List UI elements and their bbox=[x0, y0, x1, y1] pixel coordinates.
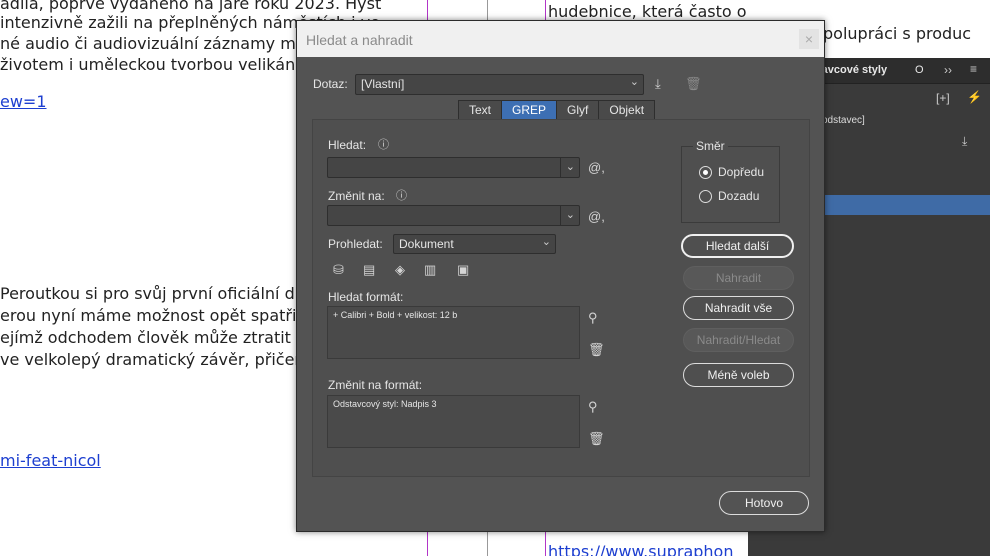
find-replace-dialog: Hledat a nahradit × Dotaz: [Vlastní] ⌄ ⤓… bbox=[296, 20, 825, 532]
find-format-box[interactable]: + Calibri + Bold + velikost: 12 b bbox=[327, 306, 580, 359]
doc-text-line: ve velkolepý dramatický závěr, přičem bbox=[0, 350, 311, 369]
tab-text[interactable]: Text bbox=[459, 101, 503, 119]
doc-link[interactable]: ew=1 bbox=[0, 92, 47, 111]
doc-text-line: hudebnice, která často opouští pro ni ty… bbox=[548, 2, 748, 21]
find-input[interactable]: ⌄ bbox=[327, 157, 580, 178]
clear-format-icon[interactable]: 🗑 bbox=[588, 432, 605, 446]
lightning-icon[interactable]: ⚡ bbox=[967, 90, 982, 104]
change-format-label: Změnit na formát: bbox=[328, 378, 423, 392]
fewer-options-button[interactable]: Méně voleb bbox=[683, 363, 794, 387]
doc-text-line: erou nyní máme možnost opět spatřit bbox=[0, 306, 303, 325]
tab-object[interactable]: Objekt bbox=[599, 101, 654, 119]
find-label: Hledat: bbox=[328, 138, 367, 152]
doc-text-line: ejímž odchodem člověk může ztratit bbox=[0, 328, 291, 347]
chevron-down-icon: ⌄ bbox=[629, 76, 639, 88]
panel-style-row[interactable]: odstavec] bbox=[822, 115, 865, 126]
doc-link[interactable]: mi-feat-nicol bbox=[0, 451, 101, 470]
doc-text-line: adila, poprvé vydaného na jaře roku 2023… bbox=[0, 0, 382, 13]
clear-format-icon[interactable]: 🗑 bbox=[588, 343, 605, 357]
doc-link[interactable]: https://www.supraphon bbox=[548, 542, 733, 556]
info-icon: ⓘ bbox=[378, 139, 389, 151]
master-pages-icon[interactable]: ▥ bbox=[424, 263, 436, 277]
query-value: [Vlastní] bbox=[361, 77, 405, 91]
dialog-titlebar[interactable]: Hledat a nahradit × bbox=[297, 21, 824, 57]
tab-grep[interactable]: GREP bbox=[502, 101, 558, 119]
direction-forward-label[interactable]: Dopředu bbox=[718, 165, 764, 179]
tab-paragraph-styles[interactable]: tavcové styly bbox=[818, 58, 887, 83]
direction-backward-radio[interactable] bbox=[699, 190, 712, 203]
info-icon: ⓘ bbox=[396, 190, 407, 202]
locked-stories-icon[interactable]: ▤ bbox=[363, 263, 375, 277]
doc-text-line: polupráci s produc bbox=[823, 24, 972, 43]
footnotes-icon[interactable]: ▣ bbox=[457, 263, 469, 277]
load-styles-icon[interactable]: ⤓ bbox=[962, 134, 967, 149]
dialog-title: Hledat a nahradit bbox=[306, 32, 413, 48]
direction-title: Směr bbox=[693, 139, 728, 153]
close-icon[interactable]: × bbox=[799, 29, 819, 49]
replace-button[interactable]: Nahradit bbox=[683, 266, 794, 290]
query-dropdown[interactable]: [Vlastní] ⌄ bbox=[355, 74, 644, 95]
selected-style-row[interactable] bbox=[816, 195, 990, 215]
expand-panels-icon[interactable]: ›› bbox=[944, 63, 952, 77]
change-format-box[interactable]: Odstavcový styl: Nadpis 3 bbox=[327, 395, 580, 448]
find-format-label: Hledat formát: bbox=[328, 290, 404, 304]
document-left-column: adila, poprvé vydaného na jaře roku 2023… bbox=[0, 0, 381, 556]
tab-other[interactable]: O bbox=[915, 58, 924, 83]
save-query-icon[interactable]: ⤓ bbox=[655, 77, 661, 91]
special-chars-icon[interactable]: @, bbox=[588, 210, 605, 224]
panel-menu-icon[interactable]: ≡ bbox=[970, 62, 977, 76]
special-chars-icon[interactable]: @, bbox=[588, 161, 605, 175]
chevron-down-icon: ⌄ bbox=[541, 236, 551, 248]
doc-text-line: Peroutkou si pro svůj první oficiální d bbox=[0, 284, 295, 303]
doc-text-line: né audio či audiovizuální záznamy m bbox=[0, 34, 296, 53]
search-scope-dropdown[interactable]: Dokument ⌄ bbox=[393, 234, 556, 254]
search-mode-tabs: Text GREP Glyf Objekt bbox=[458, 100, 656, 120]
direction-group bbox=[681, 146, 780, 223]
query-label: Dotaz: bbox=[313, 77, 348, 91]
search-scope-value: Dokument bbox=[399, 237, 454, 251]
find-next-button[interactable]: Hledat další bbox=[681, 234, 794, 258]
hidden-layers-icon[interactable]: ◈ bbox=[395, 263, 405, 277]
direction-forward-radio[interactable] bbox=[699, 166, 712, 179]
chevron-down-icon[interactable]: ⌄ bbox=[566, 160, 575, 173]
tab-glyph[interactable]: Glyf bbox=[557, 101, 600, 119]
doc-text-line: životem i uměleckou tvorbou velikán bbox=[0, 55, 296, 74]
change-label: Změnit na: bbox=[328, 189, 385, 203]
locked-layers-icon[interactable]: ⛁ bbox=[333, 263, 344, 277]
trash-icon[interactable]: 🗑 bbox=[685, 77, 702, 91]
replace-find-button[interactable]: Nahradit/Hledat bbox=[683, 328, 794, 352]
change-input[interactable]: ⌄ bbox=[327, 205, 580, 226]
search-scope-label: Prohledat: bbox=[328, 237, 383, 251]
direction-backward-label[interactable]: Dozadu bbox=[718, 189, 759, 203]
specify-format-icon[interactable]: ⚲ bbox=[588, 311, 598, 325]
done-button[interactable]: Hotovo bbox=[719, 491, 809, 515]
specify-format-icon[interactable]: ⚲ bbox=[588, 400, 598, 414]
new-style-group-icon[interactable]: [+] bbox=[936, 91, 950, 105]
chevron-down-icon[interactable]: ⌄ bbox=[566, 208, 575, 221]
replace-all-button[interactable]: Nahradit vše bbox=[683, 296, 794, 320]
